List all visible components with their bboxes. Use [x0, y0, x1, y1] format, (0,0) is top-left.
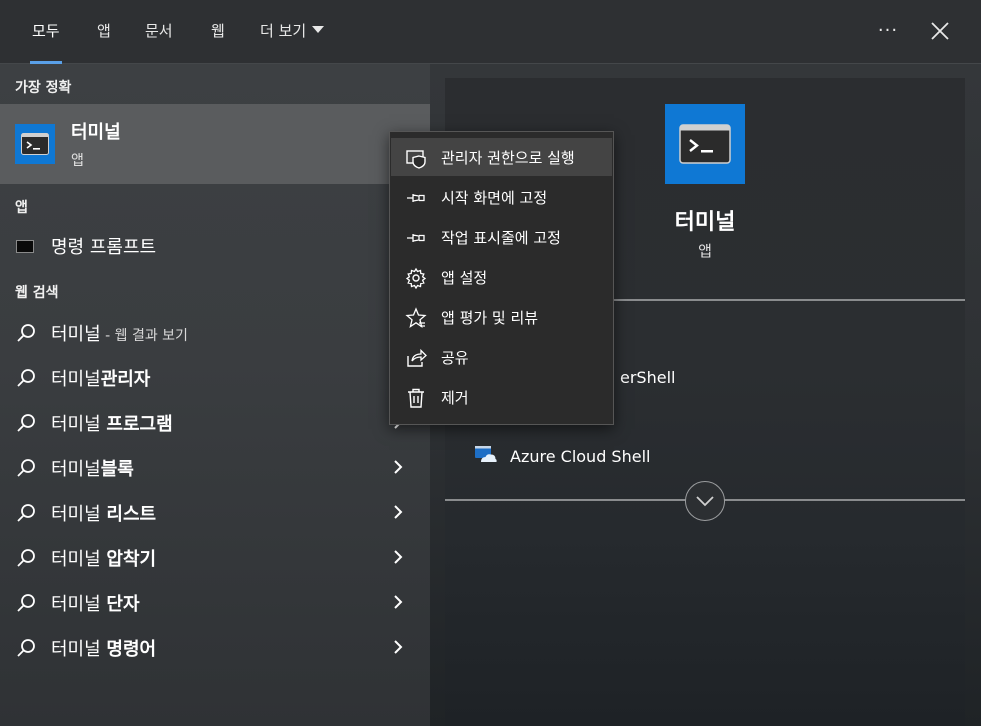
- tab-all[interactable]: 모두: [30, 0, 62, 64]
- web-result-item[interactable]: 터미널관리자: [0, 357, 430, 397]
- web-result-item[interactable]: 터미널 리스트: [0, 492, 430, 532]
- search-icon: [17, 324, 35, 342]
- app-item-command-prompt[interactable]: 명령 프롬프트: [0, 230, 430, 262]
- close-icon[interactable]: [925, 16, 955, 46]
- chevron-right-icon[interactable]: [390, 459, 406, 475]
- web-result-item[interactable]: 터미널 - 웹 결과 보기: [0, 312, 430, 352]
- app-settings-menu-item[interactable]: 앱 설정: [391, 258, 612, 296]
- powershell-action[interactable]: erShell: [620, 368, 675, 387]
- best-match-subtitle: 앱: [71, 153, 84, 169]
- star-icon: [405, 307, 427, 328]
- best-match-header: 가장 정확: [15, 80, 72, 96]
- search-filter-bar: 모두 앱 문서 웹 더 보기 ···: [0, 0, 981, 64]
- uninstall-menu-item[interactable]: 제거: [391, 378, 612, 416]
- menu-item-label: 관리자 권한으로 실행: [441, 149, 575, 167]
- results-panel: 가장 정확 터미널 앱 앱 명령 프롬프트 웹 검색 터미널 - 웹 결과 보기…: [0, 64, 430, 726]
- rate-and-review-menu-item[interactable]: 앱 평가 및 리뷰: [391, 298, 612, 336]
- trash-icon: [408, 388, 424, 408]
- pin-to-start-menu-item[interactable]: 시작 화면에 고정: [391, 178, 612, 216]
- web-result-text: 터미널 프로그램: [51, 414, 173, 435]
- app-item-label: 명령 프롬프트: [51, 237, 157, 258]
- web-result-text: 터미널 압착기: [51, 549, 157, 570]
- chevron-down-icon: [696, 496, 714, 507]
- best-match-item-terminal[interactable]: 터미널 앱: [0, 104, 430, 184]
- shield-icon: [406, 150, 426, 169]
- tab-documents[interactable]: 문서: [145, 0, 173, 64]
- web-result-text: 터미널 단자: [51, 594, 140, 615]
- run-as-admin-menu-item[interactable]: 관리자 권한으로 실행: [391, 138, 612, 176]
- search-icon: [17, 504, 35, 522]
- search-icon: [17, 639, 35, 657]
- tab-more[interactable]: 더 보기: [260, 0, 325, 64]
- web-result-item[interactable]: 터미널 프로그램: [0, 402, 430, 442]
- caret-down-icon: [312, 26, 325, 33]
- gear-icon: [405, 267, 427, 289]
- web-result-text: 터미널 - 웹 결과 보기: [51, 324, 188, 345]
- web-result-text: 터미널 명령어: [51, 639, 157, 660]
- azure-cloud-shell-action[interactable]: Azure Cloud Shell: [510, 447, 650, 466]
- pin-to-taskbar-menu-item[interactable]: 작업 표시줄에 고정: [391, 218, 612, 256]
- chevron-right-icon[interactable]: [390, 504, 406, 520]
- web-result-item[interactable]: 터미널 압착기: [0, 537, 430, 577]
- best-match-title: 터미널: [71, 122, 121, 143]
- web-result-item[interactable]: 터미널 명령어: [0, 627, 430, 667]
- menu-item-label: 시작 화면에 고정: [441, 189, 548, 207]
- menu-item-label: 앱 평가 및 리뷰: [441, 309, 539, 327]
- chevron-right-icon[interactable]: [390, 549, 406, 565]
- menu-item-label: 작업 표시줄에 고정: [441, 229, 561, 247]
- terminal-icon: [15, 124, 55, 164]
- web-result-text: 터미널관리자: [51, 369, 151, 390]
- web-result-item[interactable]: 터미널블록: [0, 447, 430, 487]
- expand-button[interactable]: [685, 481, 725, 521]
- search-icon: [17, 549, 35, 567]
- more-options-icon[interactable]: ···: [873, 16, 903, 46]
- command-prompt-icon: [16, 240, 34, 253]
- chevron-right-icon[interactable]: [390, 639, 406, 655]
- share-icon: [407, 348, 427, 367]
- tab-apps[interactable]: 앱: [97, 0, 111, 64]
- tab-web[interactable]: 웹: [211, 0, 225, 64]
- search-icon: [17, 594, 35, 612]
- pin-icon: [407, 234, 425, 242]
- web-result-item[interactable]: 터미널 단자: [0, 582, 430, 622]
- menu-item-label: 앱 설정: [441, 269, 488, 287]
- web-result-text: 터미널블록: [51, 459, 134, 480]
- web-search-header: 웹 검색: [15, 285, 59, 301]
- chevron-right-icon[interactable]: [390, 594, 406, 610]
- context-menu: 관리자 권한으로 실행 시작 화면에 고정 작업 표시줄에 고정 앱 설정 앱 …: [389, 131, 614, 425]
- web-result-text: 터미널 리스트: [51, 504, 157, 525]
- tab-more-label: 더 보기: [260, 22, 307, 40]
- azure-cloud-shell-icon: [475, 446, 497, 462]
- search-icon: [17, 414, 35, 432]
- share-menu-item[interactable]: 공유: [391, 338, 612, 376]
- search-icon: [17, 369, 35, 387]
- menu-item-label: 제거: [441, 389, 469, 407]
- terminal-large-icon: [665, 104, 745, 184]
- pin-icon: [407, 194, 425, 202]
- search-icon: [17, 459, 35, 477]
- apps-section-header: 앱: [15, 200, 28, 216]
- menu-item-label: 공유: [441, 349, 469, 367]
